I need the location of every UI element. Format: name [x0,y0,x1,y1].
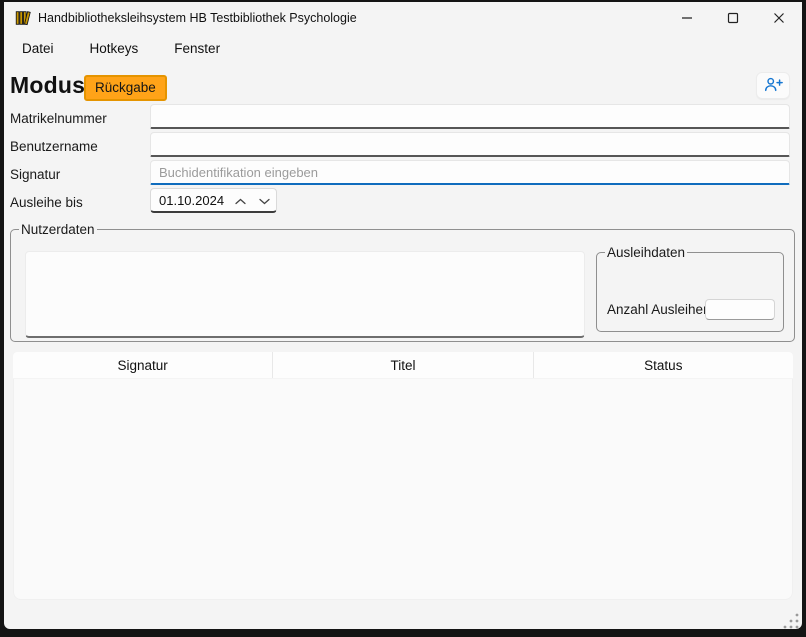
table-body [13,379,793,600]
library-books-icon [14,9,32,27]
column-header-status[interactable]: Status [534,352,793,378]
window-close-icon[interactable] [756,2,802,34]
nutzerdaten-title: Nutzerdaten [19,222,97,237]
ausleihdaten-title: Ausleihdaten [605,245,687,260]
resize-grip-icon[interactable] [781,611,801,629]
anzahl-ausleihen-label: Anzahl Ausleihen [607,302,711,317]
menu-item-datei[interactable]: Datei [12,37,64,60]
window-maximize-icon[interactable] [710,2,756,34]
mode-badge: Rückgabe [84,75,167,101]
date-increment-button[interactable] [228,189,252,211]
menu-item-fenster[interactable]: Fenster [164,37,230,60]
benutzername-input[interactable] [150,132,790,157]
app-window: Handbibliotheksleihsystem HB Testbibliot… [4,2,802,629]
benutzername-label: Benutzername [10,139,98,154]
nutzerdaten-textarea[interactable] [25,251,585,338]
page-title: Modus [10,72,85,99]
person-add-icon [763,75,783,96]
matrikelnummer-label: Matrikelnummer [10,111,107,126]
date-value[interactable]: 01.10.2024 [151,193,228,208]
table-header: Signatur Titel Status [13,352,793,378]
ausleihe-bis-date-input[interactable]: 01.10.2024 [150,188,277,213]
ausleihe-bis-label: Ausleihe bis [10,195,83,210]
signatur-label: Signatur [10,167,60,182]
add-user-button[interactable] [756,72,790,99]
menu-item-hotkeys[interactable]: Hotkeys [80,37,149,60]
window-minimize-icon[interactable] [664,2,710,34]
anzahl-ausleihen-input[interactable] [705,299,775,320]
window-title: Handbibliotheksleihsystem HB Testbibliot… [38,11,357,25]
date-decrement-button[interactable] [252,189,276,211]
heading-row: Modus Rückgabe [10,70,794,104]
menubar: Datei Hotkeys Fenster [12,34,246,62]
chevron-down-icon [259,193,270,208]
signatur-input[interactable] [150,160,790,185]
column-header-signatur[interactable]: Signatur [13,352,272,378]
ausleihdaten-groupbox: Ausleihdaten Anzahl Ausleihen [596,245,784,332]
nutzerdaten-groupbox: Nutzerdaten Ausleihdaten Anzahl Ausleihe… [10,222,795,342]
column-header-titel[interactable]: Titel [273,352,532,378]
chevron-up-icon [235,193,246,208]
matrikelnummer-input[interactable] [150,104,790,129]
titlebar: Handbibliotheksleihsystem HB Testbibliot… [4,2,802,34]
